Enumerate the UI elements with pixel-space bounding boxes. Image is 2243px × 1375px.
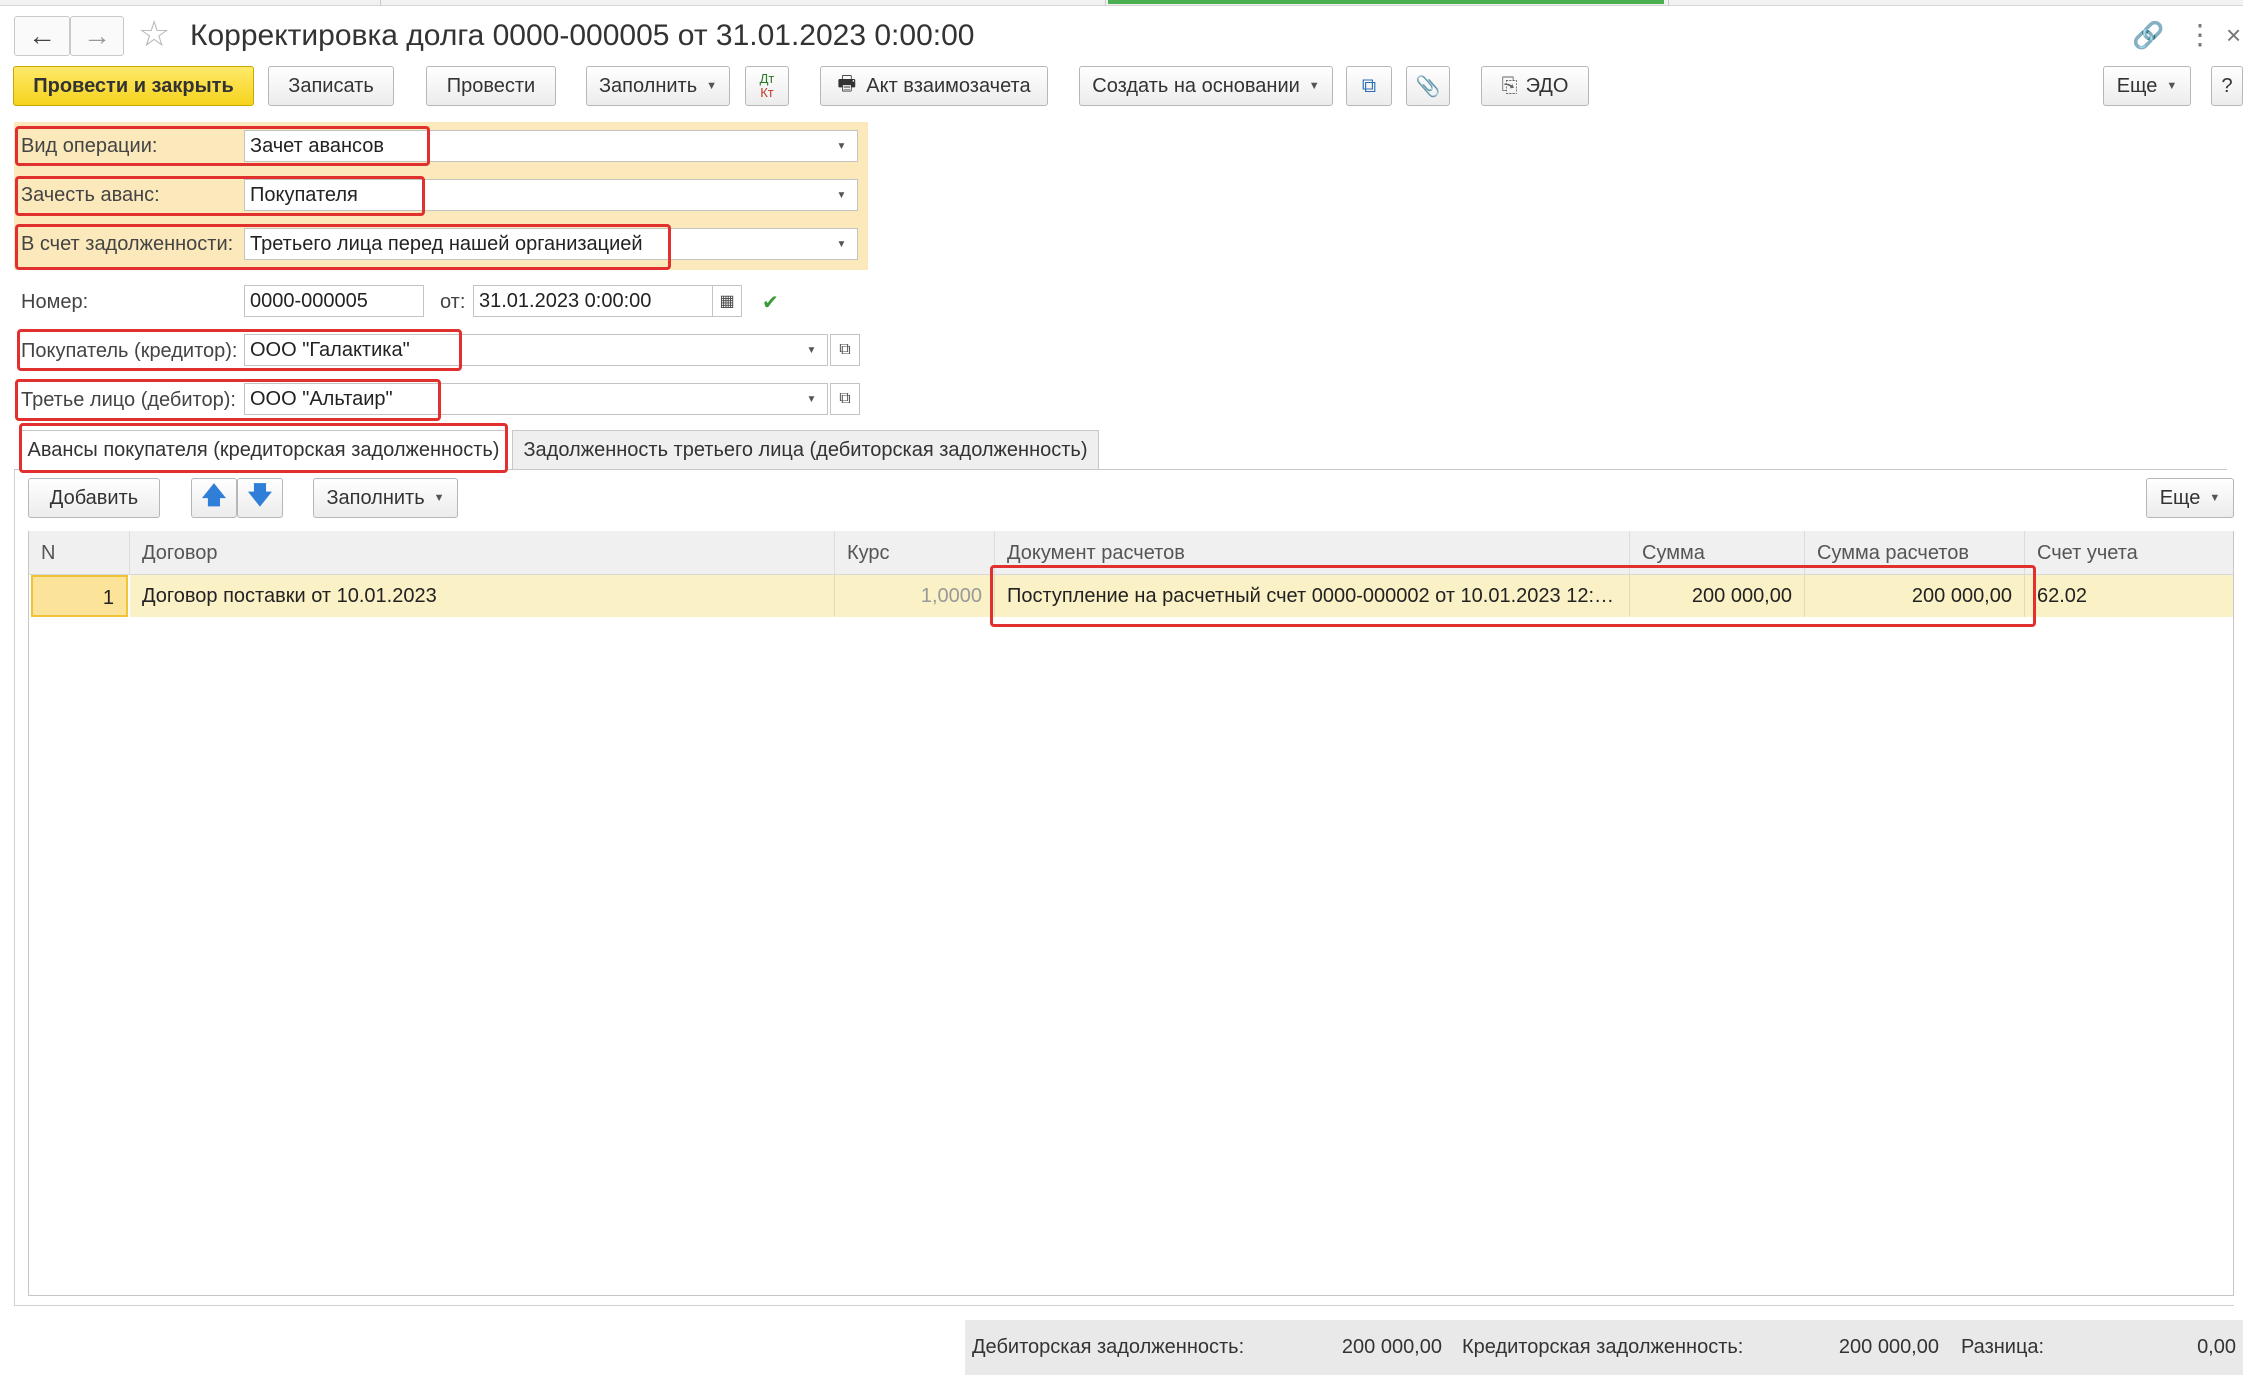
- chevron-down-icon: ▼: [836, 189, 847, 201]
- third-party-open-button[interactable]: ⧉: [830, 383, 860, 415]
- close-icon[interactable]: ×: [2226, 18, 2241, 52]
- arrow-up-icon: 🡅: [201, 481, 227, 509]
- debt-dropdown[interactable]: ▼: [826, 228, 858, 260]
- printer-icon: 🖶: [837, 73, 857, 95]
- forward-button[interactable]: →: [70, 16, 124, 56]
- arrow-down-icon: 🡇: [247, 481, 273, 509]
- calendar-button[interactable]: ▦: [712, 285, 742, 317]
- document-title: Корректировка долга 0000-000005 от 31.01…: [190, 19, 975, 52]
- offset-dropdown[interactable]: ▼: [826, 179, 858, 211]
- dt-kt-button[interactable]: Дт Кт: [745, 66, 789, 106]
- highlight-frame: [990, 565, 2036, 627]
- highlight-frame: [15, 224, 671, 270]
- operation-dropdown[interactable]: ▼: [826, 130, 858, 162]
- more-button[interactable]: Еще ▼: [2103, 66, 2191, 106]
- chevron-down-icon: ▼: [836, 140, 847, 152]
- difference-label: Разница:: [1961, 1336, 2045, 1358]
- structure-button[interactable]: ⧉: [1346, 66, 1392, 106]
- column-header-account[interactable]: Счет учета: [2025, 531, 2233, 575]
- post-and-close-button[interactable]: Провести и закрыть: [13, 66, 254, 106]
- highlight-frame: [17, 329, 462, 371]
- arrow-right-icon: →: [83, 20, 111, 51]
- window-top-strip: [0, 0, 2243, 6]
- table-more-label: Еще: [2159, 486, 2201, 509]
- edo-button[interactable]: ⎘ ЭДО: [1481, 66, 1589, 106]
- third-party-dropdown[interactable]: ▼: [796, 383, 828, 415]
- table-fill-label: Заполнить: [326, 486, 425, 509]
- chevron-down-icon: ▼: [706, 80, 718, 92]
- table-row-account[interactable]: 62.02: [2025, 575, 2233, 617]
- create-based-on-button[interactable]: Создать на основании ▼: [1079, 66, 1333, 106]
- table-row-rate[interactable]: 1,0000: [835, 575, 995, 617]
- fill-label: Заполнить: [598, 74, 698, 97]
- column-header-n[interactable]: N: [29, 531, 130, 575]
- edo-icon: ⎘: [1501, 74, 1518, 97]
- act-label: Акт взаимозачета: [866, 74, 1031, 97]
- column-header-rate[interactable]: Курс: [835, 531, 995, 575]
- highlight-frame: [15, 379, 441, 421]
- check-status-icon[interactable]: ✔: [762, 290, 779, 315]
- column-header-contract[interactable]: Договор: [130, 531, 835, 575]
- post-button[interactable]: Провести: [426, 66, 556, 106]
- tab-third-party-debt[interactable]: Задолженность третьего лица (дебиторская…: [512, 430, 1099, 470]
- open-window-icon: ⧉: [839, 341, 851, 358]
- kt-label: Кт: [760, 85, 774, 100]
- favorite-star-icon[interactable]: ☆: [138, 14, 170, 54]
- save-button[interactable]: Записать: [268, 66, 394, 106]
- highlight-frame: [15, 126, 430, 166]
- arrow-left-icon: ←: [28, 20, 56, 51]
- chevron-down-icon: ▼: [2166, 80, 2178, 92]
- tab-panel-left-border: [14, 470, 15, 1305]
- add-row-button[interactable]: Добавить: [28, 478, 160, 518]
- highlight-frame: [19, 423, 508, 473]
- buyer-dropdown[interactable]: ▼: [796, 334, 828, 366]
- chevron-down-icon: ▼: [2209, 492, 2221, 504]
- debit-total-label: Дебиторская задолженность:: [972, 1336, 1245, 1358]
- credit-total-value: 200 000,00: [1838, 1336, 1939, 1358]
- table-fill-button[interactable]: Заполнить ▼: [313, 478, 458, 518]
- dt-label: Дт: [759, 71, 775, 86]
- active-window-indicator: [1108, 0, 1664, 4]
- number-label: Номер:: [21, 291, 89, 313]
- number-field[interactable]: 0000-000005: [244, 285, 424, 317]
- difference-value: 0,00: [2197, 1336, 2236, 1358]
- date-field[interactable]: 31.01.2023 0:00:00: [473, 285, 713, 317]
- chevron-down-icon: ▼: [806, 344, 817, 356]
- back-button[interactable]: ←: [14, 16, 70, 56]
- form-bottom-divider: [14, 1305, 2234, 1306]
- attach-button[interactable]: 📎: [1406, 66, 1450, 106]
- print-act-button[interactable]: 🖶 Акт взаимозачета: [820, 66, 1048, 106]
- chevron-down-icon: ▼: [1308, 80, 1320, 92]
- help-button[interactable]: ?: [2211, 66, 2243, 106]
- create-based-label: Создать на основании: [1092, 74, 1300, 97]
- open-window-icon: ⧉: [839, 390, 851, 407]
- buyer-open-button[interactable]: ⧉: [830, 334, 860, 366]
- chevron-down-icon: ▼: [806, 393, 817, 405]
- fill-dropdown-button[interactable]: Заполнить ▼: [586, 66, 730, 106]
- calendar-icon: ▦: [719, 293, 735, 310]
- table-row-contract[interactable]: Договор поставки от 10.01.2023: [130, 575, 835, 617]
- more-label: Еще: [2116, 74, 2158, 97]
- more-vert-icon[interactable]: ⋮: [2186, 18, 2214, 52]
- edo-label: ЭДО: [1525, 74, 1569, 97]
- move-up-button[interactable]: 🡅: [191, 478, 237, 518]
- structure-icon: ⧉: [1361, 74, 1377, 97]
- date-label: от:: [440, 291, 466, 313]
- advances-table: [28, 531, 2234, 1296]
- chevron-down-icon: ▼: [836, 238, 847, 250]
- table-more-button[interactable]: Еще ▼: [2146, 478, 2234, 518]
- chevron-down-icon: ▼: [433, 492, 445, 504]
- highlight-frame: [15, 176, 425, 216]
- paperclip-icon: 📎: [1415, 75, 1441, 98]
- debit-total-value: 200 000,00: [1341, 1336, 1442, 1358]
- credit-total-label: Кредиторская задолженность:: [1462, 1336, 1744, 1358]
- link-icon[interactable]: 🔗: [2132, 18, 2164, 52]
- table-row-n[interactable]: 1: [31, 575, 128, 617]
- move-down-button[interactable]: 🡇: [237, 478, 283, 518]
